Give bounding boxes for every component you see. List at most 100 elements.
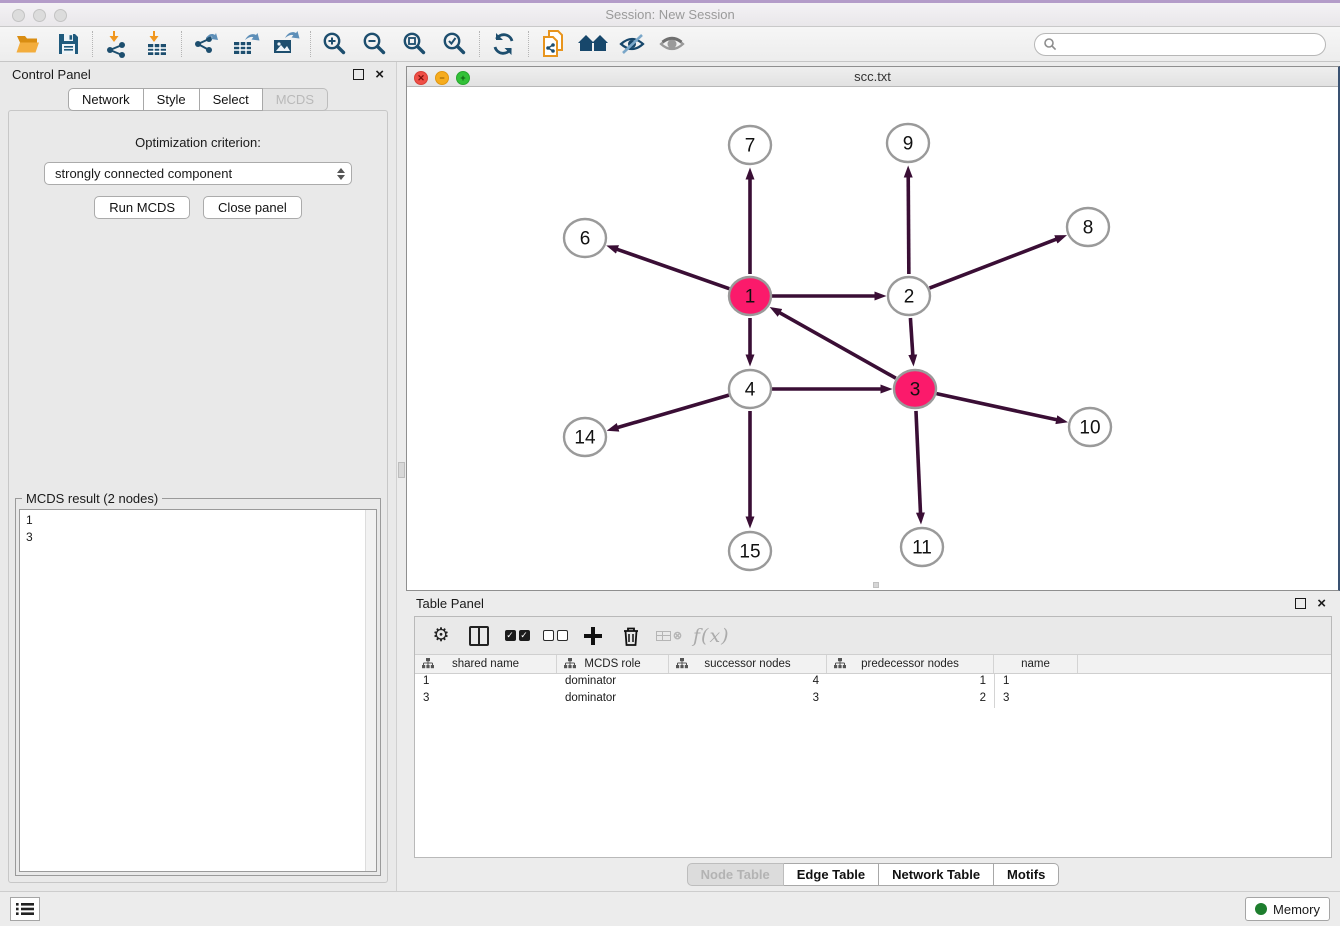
node-15[interactable]: 15 [729, 532, 771, 570]
node-2[interactable]: 2 [888, 277, 930, 315]
duplicate-network-icon[interactable] [533, 28, 573, 60]
node-9[interactable]: 9 [887, 124, 929, 162]
gear-icon[interactable]: ⚙ [427, 621, 455, 651]
node-1[interactable]: 1 [729, 277, 771, 315]
save-icon[interactable] [48, 28, 88, 60]
result-scrollbar[interactable] [365, 510, 376, 871]
table-cell[interactable]: 1 [994, 674, 1078, 691]
criterion-select[interactable]: strongly connected component [44, 162, 352, 185]
edge-3-10[interactable] [936, 394, 1056, 420]
table-cell[interactable]: 3 [415, 691, 557, 708]
memory-button[interactable]: Memory [1245, 897, 1330, 921]
delete-icon[interactable] [617, 621, 645, 651]
column-header-successor-nodes[interactable]: successor nodes [669, 655, 827, 673]
tab-node-table[interactable]: Node Table [687, 863, 784, 886]
network-graph[interactable]: 1 2 3 4 6 7 8 9 10 11 14 15 [407, 87, 1337, 587]
column-header-shared-name[interactable]: shared name [415, 655, 557, 673]
node-4[interactable]: 4 [729, 370, 771, 408]
zoom-out-icon[interactable] [355, 28, 395, 60]
node-7[interactable]: 7 [729, 126, 771, 164]
close-panel-button[interactable]: Close panel [203, 196, 302, 219]
table-row[interactable]: 3dominator323 [415, 691, 1331, 708]
edge-2-3[interactable] [910, 318, 912, 355]
zoom-in-icon[interactable] [315, 28, 355, 60]
network-canvas[interactable]: 1 2 3 4 6 7 8 9 10 11 14 15 [407, 87, 1338, 590]
table-cell[interactable]: 3 [669, 691, 827, 708]
zoom-fit-icon[interactable] [395, 28, 435, 60]
maximize-window-icon[interactable] [54, 9, 67, 22]
column-header-predecessor-nodes[interactable]: predecessor nodes [827, 655, 994, 673]
window-controls[interactable] [12, 9, 67, 22]
hide-details-icon[interactable] [613, 28, 653, 60]
add-column-icon[interactable] [579, 621, 607, 651]
delete-table-icon[interactable]: ⊗ [655, 621, 683, 651]
node-6[interactable]: 6 [564, 219, 606, 257]
divider-handle[interactable] [398, 462, 405, 478]
search-input[interactable] [1062, 37, 1317, 51]
minimize-window-icon[interactable] [33, 9, 46, 22]
zoom-selected-icon[interactable] [435, 28, 475, 60]
float-table-panel-icon[interactable] [1295, 598, 1306, 609]
deselect-all-icon[interactable] [541, 621, 569, 651]
task-history-button[interactable] [10, 897, 40, 921]
refresh-icon[interactable] [484, 28, 524, 60]
node-11[interactable]: 11 [901, 528, 943, 566]
edge-4-14[interactable] [618, 395, 729, 427]
tab-network-table[interactable]: Network Table [879, 863, 994, 886]
float-panel-icon[interactable] [353, 69, 364, 80]
table-row[interactable]: 1dominator411 [415, 674, 1331, 691]
table-cell[interactable]: 1 [827, 674, 994, 691]
node-14[interactable]: 14 [564, 418, 606, 456]
table-header-row[interactable]: shared nameMCDS rolesuccessor nodesprede… [415, 655, 1331, 674]
close-table-panel-icon[interactable]: × [1317, 598, 1326, 609]
tab-edge-table[interactable]: Edge Table [784, 863, 879, 886]
close-panel-icon[interactable]: × [375, 69, 384, 80]
open-folder-icon[interactable] [8, 28, 48, 60]
show-details-icon[interactable] [653, 28, 693, 60]
table-cell[interactable]: 2 [827, 691, 994, 708]
tab-motifs[interactable]: Motifs [994, 863, 1059, 886]
column-header-MCDS-role[interactable]: MCDS role [557, 655, 669, 673]
edge-1-6[interactable] [617, 249, 729, 288]
run-mcds-button[interactable]: Run MCDS [94, 196, 190, 219]
canvas-resize-grip[interactable] [873, 582, 879, 588]
close-view-icon[interactable]: ✕ [414, 71, 428, 85]
edge-3-1[interactable] [780, 313, 896, 379]
table-cell[interactable]: dominator [557, 674, 669, 691]
close-window-icon[interactable] [12, 9, 25, 22]
table-cell[interactable]: dominator [557, 691, 669, 708]
result-line: 3 [26, 529, 362, 546]
columns-icon[interactable] [465, 621, 493, 651]
home-view-icon[interactable] [573, 28, 613, 60]
node-3[interactable]: 3 [894, 370, 936, 408]
node-8[interactable]: 8 [1067, 208, 1109, 246]
tab-select[interactable]: Select [200, 88, 263, 111]
panel-divider[interactable] [396, 62, 406, 891]
edge-3-11[interactable] [916, 411, 921, 513]
table-cell[interactable]: 3 [994, 691, 1078, 708]
search-field[interactable] [1034, 33, 1326, 56]
export-network-icon[interactable] [186, 28, 226, 60]
table-cell[interactable]: 4 [669, 674, 827, 691]
function-builder-icon[interactable]: f(x) [693, 621, 730, 651]
network-window-controls[interactable]: ✕ − + [414, 71, 470, 85]
mcds-result-list[interactable]: 13 [19, 509, 377, 872]
node-label: 9 [903, 134, 914, 155]
tab-mcds[interactable]: MCDS [263, 88, 328, 111]
import-table-icon[interactable] [137, 28, 177, 60]
network-window-titlebar[interactable]: ✕ − + scc.txt [407, 67, 1338, 87]
maximize-view-icon[interactable]: + [456, 71, 470, 85]
export-image-icon[interactable] [266, 28, 306, 60]
edge-2-9[interactable] [908, 177, 909, 274]
main-toolbar [0, 27, 1340, 62]
import-network-icon[interactable] [97, 28, 137, 60]
minimize-view-icon[interactable]: − [435, 71, 449, 85]
tab-network[interactable]: Network [68, 88, 144, 111]
tab-style[interactable]: Style [144, 88, 200, 111]
column-header-name[interactable]: name [994, 655, 1078, 673]
edge-2-8[interactable] [930, 239, 1057, 288]
node-10[interactable]: 10 [1069, 408, 1111, 446]
select-all-icon[interactable]: ✓✓ [503, 621, 531, 651]
table-cell[interactable]: 1 [415, 674, 557, 691]
export-table-icon[interactable] [226, 28, 266, 60]
